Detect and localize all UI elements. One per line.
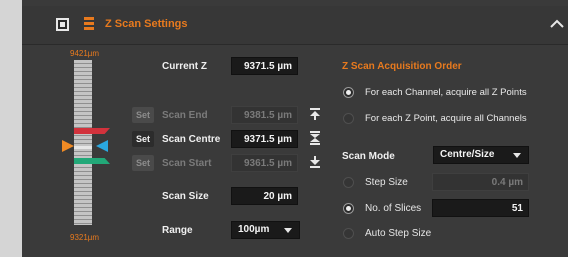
acq-option-channel-radio[interactable] [343, 87, 354, 98]
acq-option-zpoint-radio[interactable] [343, 113, 354, 124]
scan-mode-dropdown[interactable]: Centre/Size [433, 146, 529, 164]
scan-centre-label: Scan Centre [162, 134, 221, 145]
range-dropdown[interactable]: 100µm [231, 221, 300, 239]
z-scan-settings-panel: Z Scan Settings 9421µm 9321µm Current Z … [22, 0, 568, 257]
scan-size-label: Scan Size [162, 191, 209, 202]
range-label: Range [162, 225, 193, 236]
step-size-label[interactable]: Step Size [365, 177, 408, 188]
scan-mode-label: Scan Mode [342, 151, 395, 162]
panel-title: Z Scan Settings [105, 18, 188, 30]
panel-header: Z Scan Settings [22, 6, 568, 45]
current-z-label: Current Z [162, 61, 207, 72]
scan-start-label: Scan Start [162, 158, 212, 169]
acq-option-zpoint-label[interactable]: For each Z Point, acquire all Channels [365, 113, 527, 124]
scan-centre-marker[interactable] [74, 146, 92, 149]
move-to-start-icon[interactable] [309, 155, 321, 172]
z-position-ruler[interactable] [74, 60, 92, 225]
set-scan-end-button[interactable]: Set [132, 107, 154, 123]
scan-centre-value[interactable]: 9371.5 µm [231, 130, 298, 148]
move-to-end-icon[interactable] [309, 107, 321, 124]
step-size-radio[interactable] [343, 177, 354, 188]
scan-end-marker[interactable] [74, 128, 110, 134]
scan-start-marker[interactable] [74, 158, 110, 164]
set-scan-centre-button[interactable]: Set [132, 131, 154, 147]
range-dropdown-value: 100µm [238, 224, 270, 235]
scan-start-value[interactable]: 9361.5 µm [231, 154, 298, 172]
set-scan-start-button[interactable]: Set [132, 155, 154, 171]
step-size-value[interactable]: 0.4 µm [432, 173, 529, 191]
move-to-centre-icon[interactable] [309, 131, 321, 148]
dropdown-caret-icon [513, 153, 521, 158]
current-z-left-arrow [62, 140, 74, 152]
centre-right-arrow [96, 140, 108, 152]
ruler-top-label: 9421µm [70, 49, 100, 58]
num-slices-radio[interactable] [343, 203, 354, 214]
scan-end-label: Scan End [162, 110, 208, 121]
collapse-chevron-icon[interactable] [550, 19, 564, 31]
enable-checkbox[interactable] [56, 18, 69, 31]
acq-option-channel-label[interactable]: For each Channel, acquire all Z Points [365, 87, 527, 98]
num-slices-value[interactable]: 51 [432, 199, 529, 217]
scan-end-value[interactable]: 9381.5 µm [231, 106, 298, 124]
scan-mode-dropdown-value: Centre/Size [440, 149, 495, 160]
current-z-value: 9371.5 µm [231, 57, 298, 75]
auto-step-size-radio[interactable] [343, 228, 354, 239]
z-stack-icon [83, 16, 95, 35]
auto-step-size-label[interactable]: Auto Step Size [365, 228, 431, 239]
acquisition-order-title: Z Scan Acquisition Order [342, 61, 462, 72]
ruler-bottom-label: 9321µm [70, 233, 100, 242]
dropdown-caret-icon [284, 228, 292, 233]
num-slices-label[interactable]: No. of Slices [365, 203, 421, 214]
scan-size-value[interactable]: 20 µm [231, 187, 298, 205]
